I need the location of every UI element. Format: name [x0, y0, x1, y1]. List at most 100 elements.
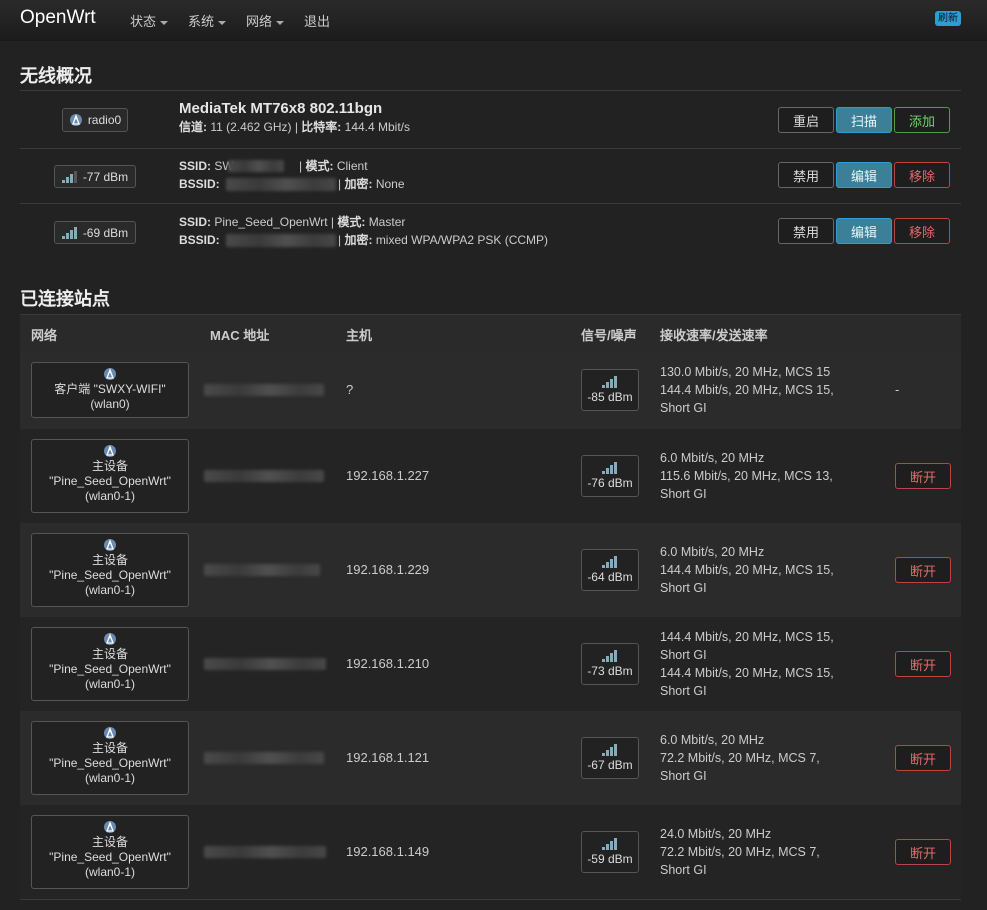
chevron-down-icon — [276, 20, 285, 25]
network-label: (wlan0-1) — [84, 677, 135, 691]
disconnect-button[interactable]: 断开 — [895, 839, 951, 865]
column-header-signal: 信号/噪声 — [581, 328, 637, 343]
table-row: 主设备 "Pine_Seed_OpenWrt" (wlan0-1) 192.168.1… — [20, 805, 961, 900]
signal-bars-icon — [602, 650, 617, 662]
rate-line: 6.0 Mbit/s, 20 MHz — [660, 545, 765, 559]
signal-badge: -77 dBm — [54, 165, 136, 188]
wifi-antenna-icon — [104, 727, 116, 739]
rate-line: 24.0 Mbit/s, 20 MHz — [660, 827, 772, 841]
host-address: 192.168.1.121 — [346, 750, 430, 765]
signal-bars-icon — [602, 462, 617, 474]
signal-badge: -67 dBm — [581, 737, 639, 779]
disconnect-button[interactable]: 断开 — [895, 557, 951, 583]
signal-badge: -69 dBm — [54, 221, 136, 244]
rate-line: Short GI — [660, 769, 707, 783]
network-label: (wlan0) — [90, 397, 130, 411]
remove-button[interactable]: 移除 — [894, 218, 950, 244]
signal-value: -76 dBm — [587, 476, 633, 490]
signal-value: -64 dBm — [587, 570, 633, 584]
divider — [20, 90, 961, 91]
wifi-antenna-icon — [104, 633, 116, 645]
rate-info: 6.0 Mbit/s, 20 MHz 144.4 Mbit/s, 20 MHz, … — [660, 543, 834, 597]
rate-line: 72.2 Mbit/s, 20 MHz, MCS 7, — [660, 845, 820, 859]
network-label: 主设备 — [91, 835, 128, 849]
column-header-mac: MAC 地址 — [210, 328, 270, 343]
radio-name: MediaTek MT76x8 802.11bgn — [179, 100, 383, 117]
network-badge: 主设备 "Pine_Seed_OpenWrt" (wlan0-1) — [31, 533, 189, 607]
network-label: 主设备 — [91, 741, 128, 755]
top-navbar: OpenWrt 状态 系统 网络 退出 刷新 — [0, 0, 987, 41]
connected-stations-title: 已连接站点 — [20, 289, 110, 309]
rate-info: 130.0 Mbit/s, 20 MHz, MCS 15 144.4 Mbit/s… — [660, 363, 834, 417]
rate-line: 72.2 Mbit/s, 20 MHz, MCS 7, — [660, 751, 820, 765]
redacted-ssid — [228, 160, 284, 172]
redacted-mac — [204, 564, 320, 576]
rate-line: 144.4 Mbit/s, 20 MHz, MCS 15, — [660, 383, 834, 397]
host-address: 192.168.1.210 — [346, 656, 430, 671]
signal-bars-icon — [61, 226, 77, 239]
network-badge: 主设备 "Pine_Seed_OpenWrt" (wlan0-1) — [31, 627, 189, 701]
network-label: 客户端 "SWXY-WIFI" — [54, 382, 166, 396]
remove-button[interactable]: 移除 — [894, 162, 950, 188]
signal-badge: -85 dBm — [581, 369, 639, 411]
network-label: (wlan0-1) — [84, 865, 135, 879]
edit-button[interactable]: 编辑 — [836, 162, 892, 188]
chevron-down-icon — [160, 20, 169, 25]
signal-bars-icon — [602, 376, 617, 388]
redacted-bssid — [226, 178, 336, 191]
nav-network-menu[interactable]: 网络 — [246, 11, 285, 30]
rate-line: Short GI — [660, 401, 707, 415]
rate-line: 144.4 Mbit/s, 20 MHz, MCS 15, — [660, 666, 834, 680]
rate-line: 144.4 Mbit/s, 20 MHz, MCS 15, — [660, 563, 834, 577]
rate-info: 6.0 Mbit/s, 20 MHz 72.2 Mbit/s, 20 MHz, M… — [660, 731, 820, 785]
scan-button[interactable]: 扫描 — [836, 107, 892, 133]
disconnect-button[interactable]: 断开 — [895, 651, 951, 677]
column-header-rate: 接收速率/发送速率 — [660, 328, 768, 343]
disconnect-button[interactable]: 断开 — [895, 463, 951, 489]
signal-badge: -64 dBm — [581, 549, 639, 591]
stations-table-header: 网络 MAC 地址 主机 信号/噪声 接收速率/发送速率 — [20, 314, 961, 352]
nav-status-menu[interactable]: 状态 — [130, 11, 169, 30]
signal-value: -85 dBm — [587, 390, 633, 404]
add-button[interactable]: 添加 — [894, 107, 950, 133]
rate-line: Short GI — [660, 581, 707, 595]
network-label: "Pine_Seed_OpenWrt" — [49, 662, 171, 676]
redacted-mac — [204, 470, 324, 482]
rate-line: 6.0 Mbit/s, 20 MHz — [660, 733, 765, 747]
signal-bars-icon — [602, 744, 617, 756]
no-action: - — [895, 382, 900, 397]
host-address: 192.168.1.227 — [346, 468, 430, 483]
disconnect-button[interactable]: 断开 — [895, 745, 951, 771]
redacted-mac — [204, 384, 324, 396]
column-header-host: 主机 — [346, 328, 373, 343]
nav-logout-link[interactable]: 退出 — [304, 11, 330, 30]
network-label: "Pine_Seed_OpenWrt" — [49, 568, 171, 582]
disable-button[interactable]: 禁用 — [778, 218, 834, 244]
rate-line: Short GI — [660, 648, 707, 662]
signal-badge: -73 dBm — [581, 643, 639, 685]
wifi-antenna-icon — [104, 539, 116, 551]
edit-button[interactable]: 编辑 — [836, 218, 892, 244]
network-label: (wlan0-1) — [84, 771, 135, 785]
chevron-down-icon — [218, 20, 227, 25]
signal-bars-icon — [602, 556, 617, 568]
disable-button[interactable]: 禁用 — [778, 162, 834, 188]
table-row: 主设备 "Pine_Seed_OpenWrt" (wlan0-1) 192.168.1… — [20, 429, 961, 524]
network-label: (wlan0-1) — [84, 583, 135, 597]
table-row: 主设备 "Pine_Seed_OpenWrt" (wlan0-1) 192.168.1… — [20, 711, 961, 806]
rate-line: Short GI — [660, 684, 707, 698]
divider — [20, 148, 961, 149]
network-badge: 客户端 "SWXY-WIFI" (wlan0) — [31, 362, 189, 418]
rate-info: 6.0 Mbit/s, 20 MHz 115.6 Mbit/s, 20 MHz, … — [660, 449, 833, 503]
signal-bars-icon — [61, 170, 77, 183]
network-label: (wlan0-1) — [84, 489, 135, 503]
network-label: 主设备 — [91, 459, 128, 473]
restart-button[interactable]: 重启 — [778, 107, 834, 133]
rate-line: Short GI — [660, 487, 707, 501]
network-label: "Pine_Seed_OpenWrt" — [49, 850, 171, 864]
network-badge: 主设备 "Pine_Seed_OpenWrt" (wlan0-1) — [31, 439, 189, 513]
network-label: "Pine_Seed_OpenWrt" — [49, 474, 171, 488]
brand-logo[interactable]: OpenWrt — [20, 7, 96, 29]
refresh-badge[interactable]: 刷新 — [935, 11, 961, 26]
nav-system-menu[interactable]: 系统 — [188, 11, 227, 30]
